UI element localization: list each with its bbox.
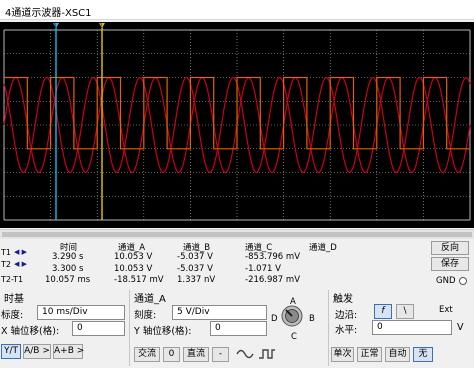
delta-time: 10.057 ms [45,275,91,285]
edge-label: 边沿: [335,310,358,321]
title-bar: 4通道示波器-XSC1 [0,0,474,20]
timebase-scale-label: 标度: [1,310,24,321]
x-position-field[interactable]: 0 [72,321,125,336]
y-position-field[interactable]: 0 [210,321,267,336]
rising-edge-button[interactable]: f [374,304,392,319]
zero-coupling-button[interactable]: 0 [163,347,180,362]
channel-scale-field[interactable]: 5 V/Div [172,305,267,320]
t1-channel-b: -5.037 V [177,252,213,262]
divider [328,290,329,366]
t2-channel-a: 10.053 V [114,264,153,274]
t2-channel-c: -1.071 V [245,264,281,274]
divider [129,290,130,366]
level-unit: V [457,322,464,333]
reverse-button[interactable]: 反向 [431,241,469,255]
dc-coupling-button[interactable]: 直流 [183,347,209,362]
oscilloscope-screen[interactable]: 12 [0,22,474,228]
measurement-table: 时间 通道_A 通道_B 通道_C 通道_D T1 ◀ ▶ 3.290 s 10… [0,241,434,287]
window-title: 4通道示波器-XSC1 [5,8,92,19]
knob-label-b: B [309,314,315,324]
mode-ab-button[interactable]: A/B > [23,344,51,359]
square-wave-icon[interactable] [258,346,276,363]
delta-channel-b: 1.337 nV [177,275,216,285]
horizontal-scrollbar[interactable] [0,229,474,239]
knob-label-d: D [271,314,278,324]
gnd-radio[interactable] [459,277,467,285]
x-position-label: X 轴位移(格): [1,326,60,337]
t1-channel-c: -853.796 mV [245,252,301,262]
delta-channel-a: -18.517 mV [114,275,164,285]
row-label-t2: T2 [1,260,11,269]
trigger-single-button[interactable]: 单次 [331,347,354,362]
row-label-t2-t1: T2-T1 [1,275,24,284]
minus-button[interactable]: - [212,347,229,362]
ac-coupling-button[interactable]: 交流 [134,347,160,362]
channel-title: 通道_A [134,294,166,305]
t2-time: 3.300 s [52,264,84,274]
trigger-auto-button[interactable]: 自动 [385,347,410,362]
cursor-t1-number: 1 [54,24,57,30]
trigger-title: 触发 [333,294,353,305]
level-label: 水平: [335,325,358,336]
save-button[interactable]: 保存 [431,257,469,271]
t2-cursor-arrows[interactable]: ◀ ▶ [14,260,27,268]
header-channel-d: 通道_D [309,243,337,253]
t1-time: 3.290 s [52,252,84,262]
timebase-scale-field[interactable]: 10 ms/Div [37,305,125,320]
channel-selector-knob[interactable] [280,304,304,328]
t1-cursor-arrows[interactable]: ◀ ▶ [14,248,27,256]
mode-yt-button[interactable]: Y/T [1,344,21,359]
falling-edge-button[interactable]: \ [396,304,414,319]
waveform-plot: 12 [3,23,471,221]
delta-channel-c: -216.987 mV [245,275,301,285]
channel-scale-label: 刻度: [134,310,157,321]
level-field[interactable]: 0 [372,320,452,335]
t1-channel-a: 10.053 V [114,252,153,262]
waveform-icon[interactable] [236,346,254,363]
knob-label-c: C [291,332,297,342]
trace-channel-c [4,76,470,150]
t2-channel-b: -5.037 V [177,264,213,274]
timebase-title: 时基 [4,294,24,305]
ext-trigger-label: Ext [439,305,453,315]
y-position-label: Y 轴位移(格): [134,326,192,337]
cursor-t2-number: 2 [100,24,103,30]
mode-a-plus-b-button[interactable]: A+B > [53,344,84,359]
trigger-none-button[interactable]: 无 [413,347,433,362]
scrollbar-thumb[interactable] [2,232,472,237]
trigger-normal-button[interactable]: 正常 [357,347,382,362]
gnd-label: GND [436,276,456,286]
row-label-t1: T1 [1,248,11,257]
